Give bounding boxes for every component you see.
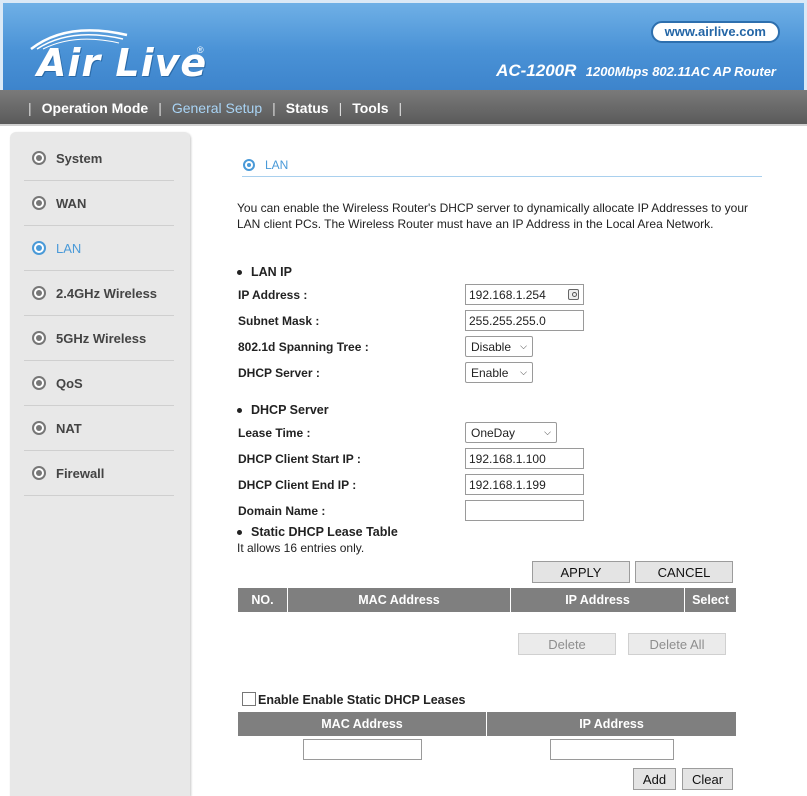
model-info: AC-1200R 1200Mbps 802.11AC AP Router	[496, 61, 776, 81]
sidebar-item-wan[interactable]: WAN	[24, 181, 174, 226]
section-title-text: LAN	[265, 158, 289, 172]
logo-text: Air Live	[37, 41, 208, 85]
static-mac-input[interactable]	[303, 739, 422, 760]
enable-static-dhcp-label: Enable Enable Static DHCP Leases	[258, 693, 466, 707]
entries-limit-note: It allows 16 entries only.	[237, 541, 365, 555]
cancel-button[interactable]: CANCEL	[635, 561, 733, 583]
website-link[interactable]: www.airlive.com	[650, 21, 780, 43]
domain-name-input[interactable]	[465, 500, 584, 521]
enable-static-dhcp-checkbox[interactable]	[242, 692, 256, 706]
lease-time-label: Lease Time :	[238, 426, 311, 440]
lease-time-select[interactable]: OneDay ⌵	[465, 422, 557, 443]
section-title: LAN	[243, 158, 288, 172]
sidebar-item-label: 5GHz Wireless	[56, 330, 147, 346]
radio-bullet-icon	[32, 466, 46, 480]
bullet-icon	[237, 407, 242, 413]
sidebar-item-nat[interactable]: NAT	[24, 406, 174, 451]
nav-separator: |	[398, 100, 403, 116]
ip-address-input[interactable]	[465, 284, 584, 305]
header-banner: Air Live ® www.airlive.com AC-1200R 1200…	[0, 0, 807, 90]
sidebar-item-label: LAN	[56, 240, 82, 256]
add-button[interactable]: Add	[633, 768, 676, 790]
delete-button[interactable]: Delete	[518, 633, 616, 655]
radio-bullet-icon	[32, 421, 46, 435]
dhcp-server-select[interactable]: Enable ⌵	[465, 362, 533, 383]
spanning-tree-label: 802.1d Spanning Tree :	[238, 340, 369, 354]
column-header-ip: IP Address	[511, 588, 685, 612]
radio-bullet-icon	[32, 376, 46, 390]
dhcp-server-label: DHCP Server :	[238, 366, 320, 380]
radio-bullet-icon	[32, 151, 46, 165]
nav-tools[interactable]: Tools	[352, 100, 388, 116]
apply-button[interactable]: APPLY	[532, 561, 630, 583]
password-manager-icon[interactable]	[568, 289, 579, 300]
section-bullet-icon	[243, 159, 255, 171]
radio-bullet-icon	[32, 331, 46, 345]
sidebar-item-label: 2.4GHz Wireless	[56, 285, 158, 301]
static-lease-table-header: NO. MAC Address IP Address Select	[238, 588, 736, 612]
static-table-heading: Static DHCP Lease Table	[237, 525, 398, 539]
spanning-tree-select[interactable]: Disable ⌵	[465, 336, 533, 357]
static-table-heading-text: Static DHCP Lease Table	[251, 525, 398, 539]
title-divider	[242, 176, 762, 177]
sidebar: System WAN LAN 2.4GHz Wireless 5GHz Wire…	[10, 132, 190, 796]
sidebar-item-label: WAN	[56, 195, 87, 211]
lan-ip-heading-text: LAN IP	[251, 265, 292, 279]
airlive-logo: Air Live ®	[27, 23, 207, 85]
sidebar-item-lan[interactable]: LAN	[24, 226, 174, 271]
lan-ip-heading: LAN IP	[237, 265, 292, 279]
nav-separator: |	[28, 100, 32, 116]
bullet-icon	[237, 269, 242, 275]
sidebar-item-label: System	[56, 150, 103, 166]
dhcp-server-value: Enable	[471, 365, 509, 380]
clear-button[interactable]: Clear	[682, 768, 733, 790]
sidebar-item-label: NAT	[56, 420, 82, 436]
chevron-down-icon: ⌵	[544, 427, 551, 437]
column-header-mac: MAC Address	[288, 588, 511, 612]
subnet-mask-label: Subnet Mask :	[238, 314, 320, 328]
dhcp-server-heading: DHCP Server	[237, 403, 329, 417]
nav-general-setup[interactable]: General Setup	[172, 100, 262, 116]
nav-separator: |	[158, 100, 162, 116]
ip-address-label: IP Address :	[238, 288, 308, 302]
sidebar-item-2-4ghz-wireless[interactable]: 2.4GHz Wireless	[24, 271, 174, 316]
subnet-mask-input[interactable]	[465, 310, 584, 331]
column-header-no: NO.	[238, 588, 288, 612]
model-name: AC-1200R	[496, 61, 577, 80]
page-description: You can enable the Wireless Router's DHC…	[237, 201, 748, 231]
bullet-icon	[237, 529, 242, 535]
top-navigation: | Operation Mode | General Setup | Statu…	[0, 90, 807, 126]
spanning-tree-value: Disable	[471, 339, 512, 354]
dhcp-start-ip-input[interactable]	[465, 448, 584, 469]
sidebar-item-qos[interactable]: QoS	[24, 361, 174, 406]
sidebar-item-firewall[interactable]: Firewall	[24, 451, 174, 496]
dhcp-end-ip-input[interactable]	[465, 474, 584, 495]
sidebar-item-system[interactable]: System	[24, 136, 174, 181]
sidebar-item-5ghz-wireless[interactable]: 5GHz Wireless	[24, 316, 174, 361]
chevron-down-icon: ⌵	[520, 367, 527, 377]
dhcp-server-heading-text: DHCP Server	[251, 403, 329, 417]
nav-operation-mode[interactable]: Operation Mode	[42, 100, 149, 116]
dhcp-start-ip-label: DHCP Client Start IP :	[238, 452, 361, 466]
radio-bullet-icon	[32, 196, 46, 210]
sidebar-item-label: Firewall	[56, 465, 105, 481]
radio-bullet-icon	[32, 286, 46, 300]
nav-separator: |	[272, 100, 276, 116]
column-header-ip: IP Address	[579, 717, 644, 731]
radio-bullet-icon	[32, 241, 46, 255]
nav-status[interactable]: Status	[286, 100, 329, 116]
nav-separator: |	[338, 100, 343, 116]
static-form-header: MAC Address IP Address	[238, 712, 736, 736]
sidebar-item-label: QoS	[56, 375, 83, 391]
static-ip-input[interactable]	[550, 739, 674, 760]
column-header-select: Select	[692, 593, 729, 607]
column-header-mac: MAC Address	[238, 712, 487, 736]
domain-name-label: Domain Name :	[238, 504, 326, 518]
registered-mark: ®	[197, 45, 204, 55]
lease-time-value: OneDay	[471, 425, 516, 440]
chevron-down-icon: ⌵	[520, 341, 527, 351]
dhcp-end-ip-label: DHCP Client End IP :	[238, 478, 357, 492]
delete-all-button[interactable]: Delete All	[628, 633, 726, 655]
model-description: 1200Mbps 802.11AC AP Router	[585, 64, 776, 79]
